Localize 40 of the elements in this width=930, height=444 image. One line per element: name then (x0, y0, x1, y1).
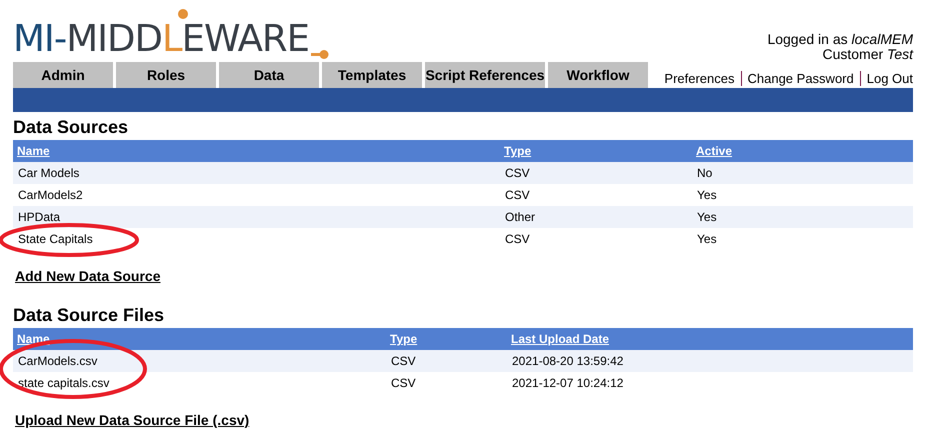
nav-tab[interactable]: Templates (322, 62, 422, 88)
table-cell: CarModels.csv (18, 354, 98, 368)
table-cell: Other (505, 210, 536, 224)
nav-tab[interactable]: Data (219, 62, 319, 88)
table-cell: CarModels2 (18, 188, 83, 202)
section-heading: Data Sources (13, 116, 130, 138)
column-header-link[interactable]: Last Upload Date (511, 332, 610, 346)
user-link[interactable]: Preferences (658, 71, 740, 86)
table-cell: CSV (391, 376, 416, 390)
table-cell: No (697, 166, 712, 180)
column-header-link[interactable]: Active (696, 144, 732, 158)
logged-in-text: Logged in as localMEM (767, 32, 913, 47)
section-heading: Data Source Files (13, 304, 166, 326)
table-cell: state capitals.csv (18, 376, 110, 390)
column-header-link[interactable]: Name (17, 144, 50, 158)
column-header-link[interactable]: Type (390, 332, 418, 346)
action-link[interactable]: Add New Data Source (15, 268, 160, 284)
table-cell: HPData (18, 210, 60, 224)
table-cell: State Capitals (18, 232, 93, 246)
table-cell: 2021-08-20 13:59:42 (512, 354, 624, 368)
nav-tab[interactable]: Script References (425, 62, 545, 88)
action-link[interactable]: Upload New Data Source File (.csv) (15, 412, 250, 428)
logo: MI-MIDDLEWARE (13, 20, 329, 57)
table-cell: CSV (391, 354, 416, 368)
user-link[interactable]: Log Out (860, 71, 913, 86)
nav-tab[interactable]: Workflow (548, 62, 648, 88)
table-cell: Yes (697, 232, 717, 246)
user-link[interactable]: Change Password (740, 71, 860, 86)
table-cell: CSV (505, 188, 530, 202)
table-cell: Yes (697, 210, 717, 224)
table-cell: Car Models (18, 166, 80, 180)
nav-tab[interactable]: Roles (116, 62, 216, 88)
dot-icon (177, 8, 189, 20)
table-cell: 2021-12-07 10:24:12 (512, 376, 624, 390)
table-cell: CSV (505, 166, 530, 180)
table-cell: Yes (697, 188, 717, 202)
customer-text: Customer Test (821, 47, 913, 62)
table-cell: CSV (505, 232, 530, 246)
nav-tab[interactable]: Admin (13, 62, 113, 88)
column-header-link[interactable]: Type (504, 144, 532, 158)
